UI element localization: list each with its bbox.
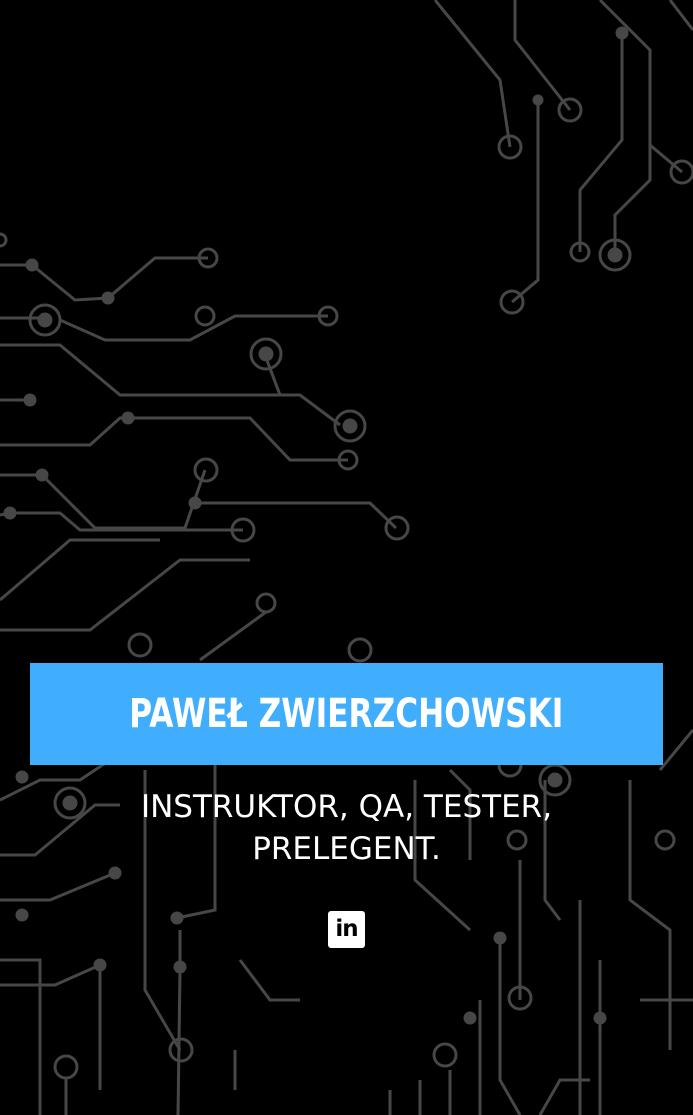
subtitle-line-2: PRELEGENT.	[252, 831, 441, 867]
profile-name: PAWEŁ ZWIERZCHOWSKI	[129, 691, 564, 737]
landing-page: PAWEŁ ZWIERZCHOWSKI INSTRUKTOR, QA, TEST…	[0, 0, 693, 1115]
name-banner: PAWEŁ ZWIERZCHOWSKI	[30, 663, 663, 765]
linkedin-link[interactable]: in	[328, 911, 365, 948]
subtitle-line-1: INSTRUKTOR, QA, TESTER,	[140, 789, 553, 825]
profile-subtitle: INSTRUKTOR, QA, TESTER, PRELEGENT.	[60, 786, 633, 870]
linkedin-icon: in	[335, 916, 358, 942]
